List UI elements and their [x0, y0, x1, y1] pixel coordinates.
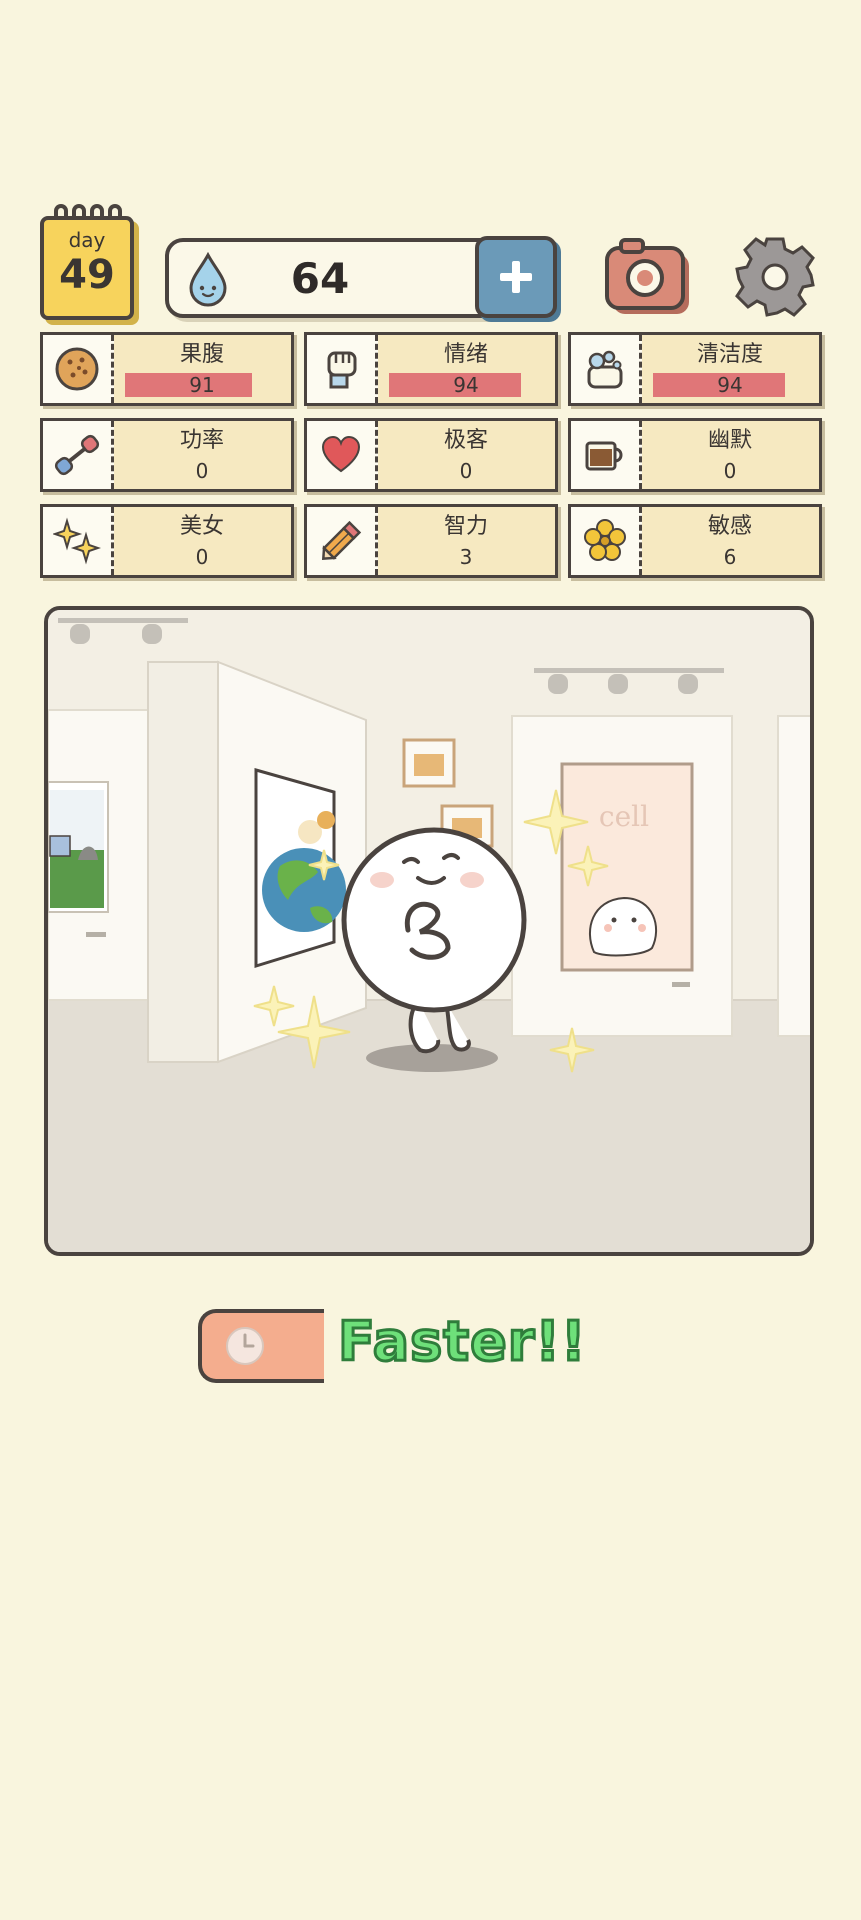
heart-icon — [321, 435, 361, 473]
day-label: day — [68, 228, 106, 252]
stat-intelligence[interactable]: 智力 3 — [304, 504, 558, 578]
settings-button[interactable] — [732, 234, 818, 320]
stat-label: 果腹 — [179, 342, 224, 367]
cookie-icon — [55, 347, 99, 391]
dumbbell-icon — [54, 434, 100, 476]
pencil-icon — [321, 520, 362, 561]
stat-value: 0 — [195, 459, 209, 483]
stat-value: 3 — [459, 545, 473, 569]
stat-satiety[interactable]: 果腹 91 — [40, 332, 294, 406]
stat-humor[interactable]: 幽默 0 — [568, 418, 822, 492]
day-calendar: day 49 — [40, 204, 134, 320]
camera-icon — [605, 238, 689, 314]
currency-bar: 64 — [165, 236, 557, 318]
clock-icon — [226, 1327, 264, 1365]
stat-label: 智力 — [443, 514, 488, 539]
stat-label: 幽默 — [707, 428, 752, 453]
stat-label: 极客 — [443, 428, 488, 453]
box-picture-1 — [402, 738, 456, 788]
stat-geek[interactable]: 极客 0 — [304, 418, 558, 492]
stat-label: 美女 — [179, 514, 224, 539]
plus-icon — [500, 261, 532, 293]
stat-value: 94 — [453, 373, 479, 397]
flower-icon — [584, 519, 626, 561]
day-number: 49 — [59, 252, 115, 298]
stat-beauty[interactable]: 美女 0 — [40, 504, 294, 578]
stat-value: 0 — [723, 459, 737, 483]
gear-icon — [735, 237, 815, 317]
gallery-scene[interactable]: cell — [44, 606, 814, 1256]
stat-power[interactable]: 功率 0 — [40, 418, 294, 492]
fist-icon — [327, 351, 357, 389]
gallery-illustration: cell — [48, 610, 810, 1252]
stat-mood[interactable]: 情绪 94 — [304, 332, 558, 406]
stat-label: 清洁度 — [696, 342, 763, 367]
speed-timer-button[interactable] — [198, 1309, 324, 1383]
stat-label: 功率 — [179, 428, 224, 453]
sparkle-icon — [53, 517, 101, 565]
calendar-icon: day 49 — [40, 216, 134, 320]
stat-value: 94 — [717, 373, 743, 397]
soap-icon — [587, 350, 623, 389]
stat-cleanliness[interactable]: 清洁度 94 — [568, 332, 822, 406]
stat-label: 敏感 — [707, 514, 752, 539]
earth-painting — [254, 768, 346, 969]
stat-value: 91 — [189, 373, 215, 397]
coffee-cup-icon — [585, 441, 623, 471]
camera-button[interactable] — [603, 236, 693, 318]
stat-value: 0 — [459, 459, 473, 483]
stat-value: 0 — [195, 545, 209, 569]
house-painting — [48, 781, 109, 913]
speed-label: Faster!! — [337, 1309, 588, 1375]
poster-text: cell — [599, 800, 649, 833]
currency-amount: 64 — [290, 254, 350, 303]
stat-sensitivity[interactable]: 敏感 6 — [568, 504, 822, 578]
stat-label: 情绪 — [443, 342, 488, 367]
add-currency-button[interactable] — [475, 236, 557, 318]
stat-value: 6 — [723, 545, 737, 569]
